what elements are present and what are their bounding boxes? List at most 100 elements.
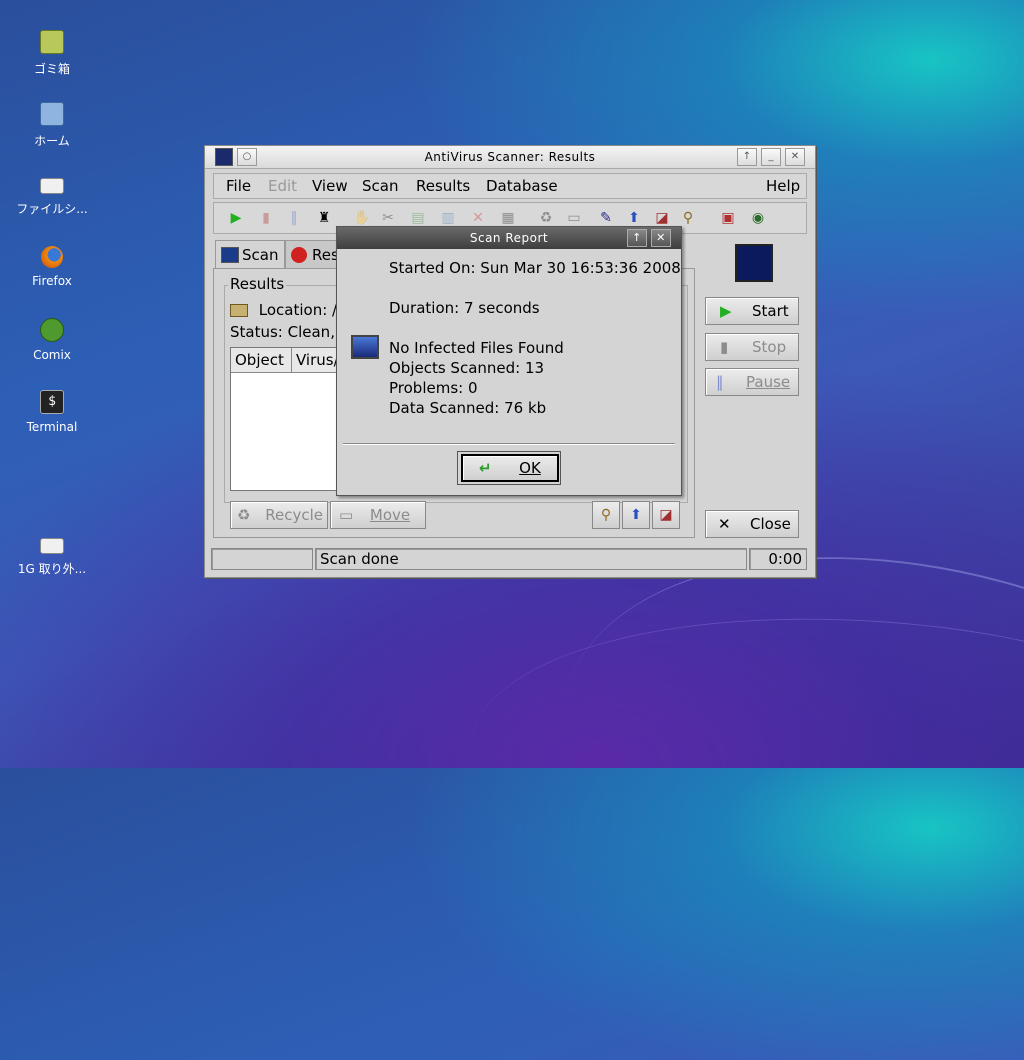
pause-icon[interactable]: ‖ [284, 208, 304, 228]
wallpaper-swoosh [456, 579, 1024, 962]
stop-icon: ▮ [720, 338, 729, 356]
close-button[interactable]: ✕ Close [705, 510, 799, 538]
monitor-icon [221, 247, 239, 263]
elapsed-time: 0:00 [749, 548, 807, 570]
desktop-icon-label: ゴミ箱 [33, 62, 70, 76]
results-list[interactable]: Object Virus/ [230, 347, 344, 491]
desktop-icon-label: ファイルシ... [16, 202, 88, 216]
button-label: Recycle [265, 506, 323, 524]
menu-file[interactable]: File [226, 177, 251, 195]
status-text: Status: Clean, [230, 323, 335, 341]
firefox-icon [41, 246, 63, 268]
desktop-icon-label: 1G 取り外... [17, 562, 87, 576]
desktop-icon-trash[interactable]: ゴミ箱 [2, 30, 102, 77]
results-group-title: Results [228, 275, 287, 293]
location-text: Location: /h [258, 301, 347, 319]
comix-icon [40, 318, 64, 342]
database-icon[interactable]: ▣ [718, 208, 738, 228]
menu-results[interactable]: Results [416, 177, 470, 195]
progress-bar [211, 548, 313, 570]
button-label: Close [750, 515, 791, 533]
pause-button[interactable]: ‖ Pause [705, 368, 799, 396]
close-icon[interactable]: ✕ [785, 148, 805, 166]
report-icon[interactable]: ◪ [652, 208, 672, 228]
ok-button-frame: ↵ OK [457, 451, 561, 485]
divider [343, 443, 675, 445]
button-label: Pause [746, 373, 791, 391]
menu-help[interactable]: Help [766, 177, 800, 195]
desktop-icon-label: ホーム [34, 134, 70, 148]
objects-scanned-text: Objects Scanned: 13 [389, 359, 545, 377]
recycle-icon: ♻ [237, 506, 251, 524]
properties-icon[interactable]: ▦ [498, 208, 518, 228]
started-on-text: Started On: Sun Mar 30 16:53:36 2008 [389, 259, 681, 277]
upload-icon[interactable]: ⬆ [624, 208, 644, 228]
result-text: No Infected Files Found [389, 339, 564, 357]
button-label: OK [519, 459, 541, 477]
home-folder-icon [40, 102, 64, 126]
window-titlebar[interactable]: ○ AntiVirus Scanner: Results ↑ _ ✕ [205, 146, 815, 169]
tab-label: Scan [242, 246, 279, 264]
upload-icon[interactable]: ⬆ [622, 501, 650, 529]
enter-icon: ↵ [479, 459, 492, 477]
menu-edit[interactable]: Edit [268, 177, 297, 195]
desktop-icon-comix[interactable]: Comix [2, 318, 102, 362]
start-button[interactable]: ▶ Start [705, 297, 799, 325]
window-title: AntiVirus Scanner: Results [424, 150, 596, 164]
menu-bar: File Edit View Scan Results Database Hel… [213, 173, 807, 199]
move-button[interactable]: ▭ Move [330, 501, 426, 529]
recycle-icon[interactable]: ♻ [536, 208, 556, 228]
desktop-icon-firefox[interactable]: Firefox [2, 246, 102, 288]
ok-button[interactable]: ↵ OK [461, 454, 559, 482]
stop-button[interactable]: ▮ Stop [705, 333, 799, 361]
delete-icon[interactable]: ✕ [468, 208, 488, 228]
stop-icon[interactable]: ▮ [256, 208, 276, 228]
clean-icon[interactable]: ⚲ [592, 501, 620, 529]
maximize-icon[interactable]: ↑ [627, 229, 647, 247]
tab-label: Res [312, 246, 339, 264]
status-bar: Scan done 0:00 [211, 548, 807, 570]
folder-icon [230, 304, 248, 317]
filesystem-icon [40, 178, 64, 194]
status-message: Scan done [315, 548, 747, 570]
menu-view[interactable]: View [312, 177, 348, 195]
paste-icon[interactable]: ▥ [438, 208, 458, 228]
clean-icon[interactable]: ⚲ [678, 208, 698, 228]
start-scan-icon[interactable]: ▶ [226, 208, 246, 228]
move-icon[interactable]: ▭ [564, 208, 584, 228]
button-label: Move [369, 506, 411, 524]
menu-scan[interactable]: Scan [362, 177, 398, 195]
tab-scan[interactable]: Scan [215, 240, 285, 269]
scan-indicator [735, 244, 773, 282]
start-icon: ▶ [720, 302, 732, 320]
monitor-icon [351, 335, 379, 359]
recycle-button[interactable]: ♻ Recycle [230, 501, 328, 529]
dialog-titlebar[interactable]: Scan Report ↑ ✕ [337, 227, 681, 249]
report-icon[interactable]: ◪ [652, 501, 680, 529]
trash-icon [40, 30, 64, 54]
close-icon[interactable]: ✕ [651, 229, 671, 247]
problems-text: Problems: 0 [389, 379, 478, 397]
location-row: Location: /h [230, 301, 347, 319]
desktop-icon-label: Firefox [32, 274, 72, 288]
column-object[interactable]: Object [231, 348, 292, 373]
maximize-icon[interactable]: ↑ [737, 148, 757, 166]
minimize-icon[interactable]: _ [761, 148, 781, 166]
desktop-icon-label: Terminal [26, 420, 78, 434]
select-icon[interactable]: ✋ [352, 208, 372, 228]
cut-icon[interactable]: ✂ [378, 208, 398, 228]
desktop-icon-removable[interactable]: 1G 取り外... [2, 534, 102, 577]
desktop-icon-label: Comix [33, 348, 71, 362]
desktop-icon-filesystem[interactable]: ファイルシ... [2, 174, 102, 217]
desktop-icon-home[interactable]: ホーム [2, 102, 102, 149]
move-icon: ▭ [339, 506, 354, 524]
terminal-icon: $ [40, 390, 64, 414]
copy-icon[interactable]: ▤ [408, 208, 428, 228]
rename-icon[interactable]: ✎ [596, 208, 616, 228]
pause-icon: ‖ [716, 373, 724, 391]
menu-database[interactable]: Database [486, 177, 558, 195]
scan-location-icon[interactable]: ♜ [314, 208, 334, 228]
desktop-icon-terminal[interactable]: $ Terminal [2, 390, 102, 434]
update-icon[interactable]: ◉ [748, 208, 768, 228]
dialog-title: Scan Report [469, 231, 549, 245]
